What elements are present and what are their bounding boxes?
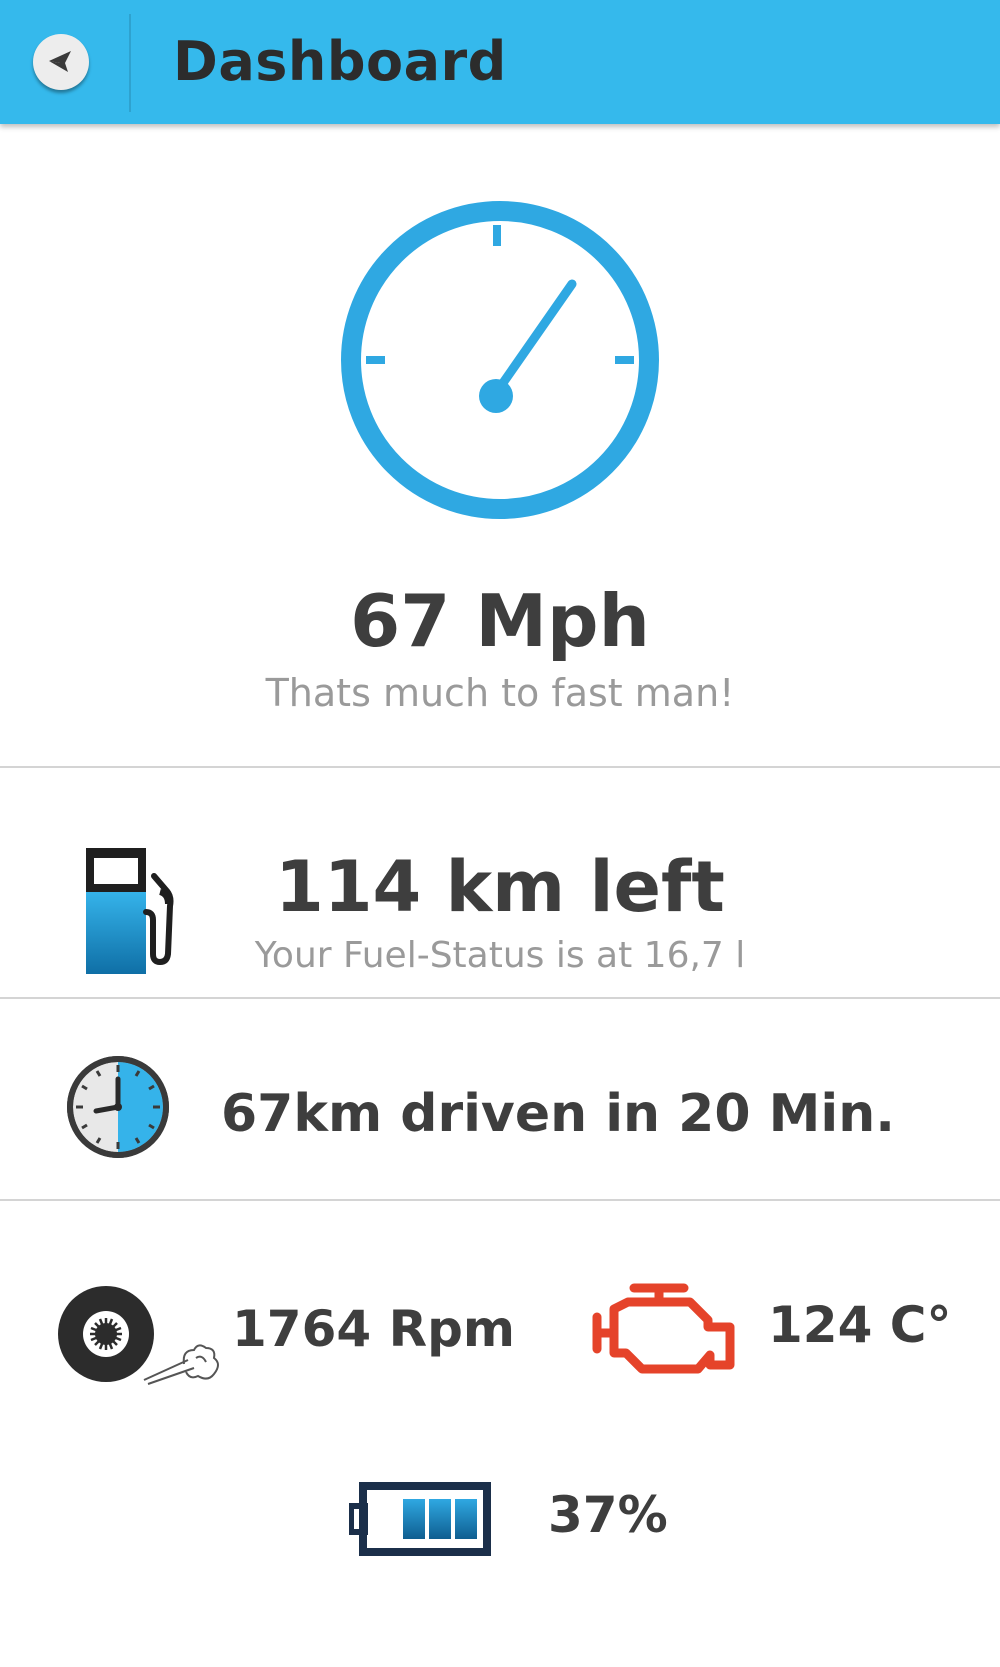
fuel-status: Your Fuel-Status is at 16,7 l bbox=[254, 935, 746, 976]
back-button[interactable] bbox=[33, 34, 89, 90]
clock-icon bbox=[67, 1056, 169, 1158]
rpm-value: 1764 Rpm bbox=[232, 1300, 515, 1358]
engine-icon bbox=[592, 1283, 735, 1374]
page-title: Dashboard bbox=[173, 30, 507, 93]
battery-icon bbox=[349, 1482, 491, 1556]
battery-level: 37% bbox=[548, 1486, 668, 1544]
app-bar: Dashboard bbox=[0, 0, 1000, 124]
divider bbox=[0, 1199, 1000, 1201]
app-bar-divider bbox=[129, 14, 131, 112]
speed-message: Thats much to fast man! bbox=[265, 671, 735, 715]
divider bbox=[0, 766, 1000, 768]
tire-icon bbox=[58, 1286, 219, 1385]
engine-temperature: 124 C° bbox=[768, 1296, 952, 1354]
fuel-pump-icon bbox=[86, 848, 174, 974]
divider bbox=[0, 997, 1000, 999]
speed-value: 67 Mph bbox=[350, 579, 650, 663]
fuel-range: 114 km left bbox=[275, 846, 725, 928]
trip-summary: 67km driven in 20 Min. bbox=[221, 1084, 895, 1144]
back-arrow-icon bbox=[49, 51, 71, 72]
speedometer-icon bbox=[341, 201, 659, 519]
